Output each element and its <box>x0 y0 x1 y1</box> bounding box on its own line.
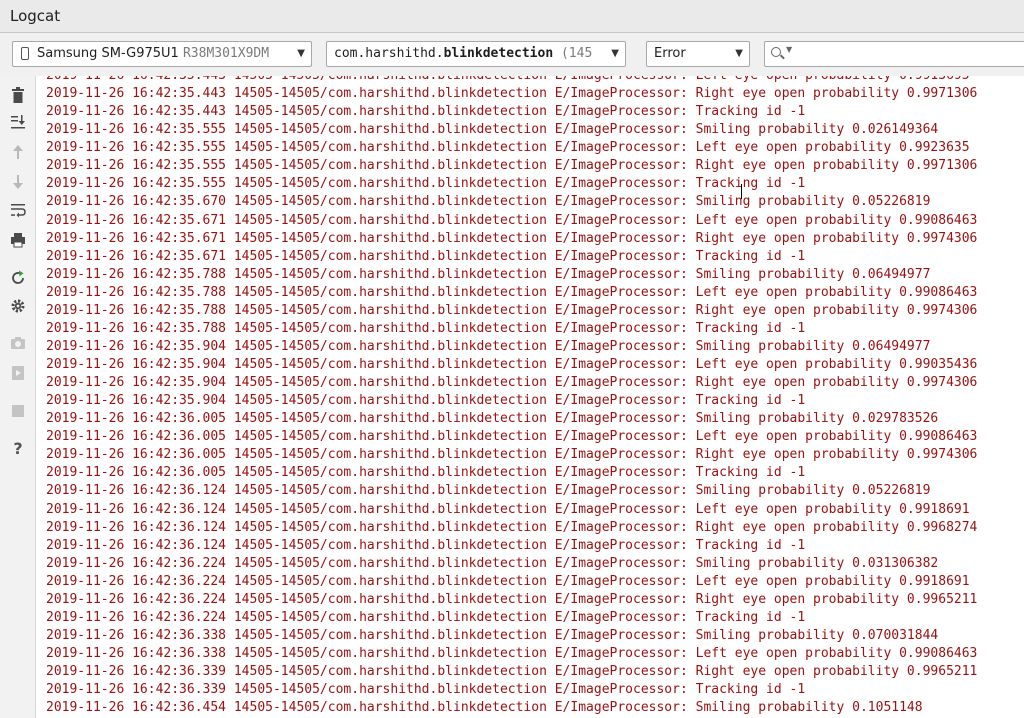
process-pid: (145 <box>560 46 593 61</box>
log-output-panel[interactable]: 2019-11-26 16:42:35.443 14505-14505/com.… <box>36 76 1024 718</box>
help-icon[interactable]: ? <box>8 438 28 458</box>
log-line: 2019-11-26 16:42:35.670 14505-14505/com.… <box>46 194 931 210</box>
logcat-title-bar: Logcat <box>0 0 1024 33</box>
up-arrow-icon[interactable] <box>8 142 28 162</box>
process-label: com.harshithd.blinkdetection (145 <box>334 42 604 66</box>
log-line: 2019-11-26 16:42:35.555 14505-14505/com.… <box>46 176 806 192</box>
log-line: 2019-11-26 16:42:35.443 14505-14505/com.… <box>46 104 806 120</box>
log-level-label: Error <box>654 46 686 61</box>
log-line: 2019-11-26 16:42:35.788 14505-14505/com.… <box>46 320 806 336</box>
process-selector[interactable]: com.harshithd.blinkdetection (145 ▼ <box>326 41 626 67</box>
search-icon <box>771 47 781 57</box>
log-line: 2019-11-26 16:42:36.124 14505-14505/com.… <box>46 537 806 553</box>
soft-wrap-icon[interactable] <box>8 200 28 220</box>
search-options-icon[interactable]: ▼ <box>786 45 792 54</box>
log-line: 2019-11-26 16:42:35.904 14505-14505/com.… <box>46 357 978 372</box>
chevron-down-icon: ▼ <box>611 48 619 59</box>
trash-icon[interactable] <box>8 85 28 105</box>
log-line: 2019-11-26 16:42:35.904 14505-14505/com.… <box>46 338 931 354</box>
chevron-down-icon: ▼ <box>735 48 743 59</box>
log-line: 2019-11-26 16:42:36.124 14505-14505/com.… <box>46 501 970 517</box>
log-line: 2019-11-26 16:42:35.555 14505-14505/com.… <box>46 122 939 138</box>
stop-icon[interactable] <box>8 401 28 421</box>
log-line: 2019-11-26 16:42:35.904 14505-14505/com.… <box>46 393 806 409</box>
screen-record-icon[interactable] <box>8 363 28 383</box>
log-line: 2019-11-26 16:42:35.443 14505-14505/com.… <box>46 86 978 102</box>
chevron-down-icon: ▼ <box>297 48 305 59</box>
log-line: 2019-11-26 16:42:35.671 14505-14505/com.… <box>46 212 978 228</box>
log-line: 2019-11-26 16:42:36.005 14505-14505/com.… <box>46 465 806 481</box>
logcat-toolbar: Samsung SM-G975U1 R38M301X9DM ▼ com.hars… <box>0 33 1024 76</box>
device-label: Samsung SM-G975U1 R38M301X9DM <box>37 42 269 66</box>
device-serial: R38M301X9DM <box>182 46 270 61</box>
log-line: 2019-11-26 16:42:35.443 14505-14505/com.… <box>46 76 977 85</box>
log-line: 2019-11-26 16:42:36.005 14505-14505/com.… <box>46 429 978 445</box>
log-line: 2019-11-26 16:42:35.904 14505-14505/com.… <box>46 375 978 391</box>
log-line: 2019-11-26 16:42:36.338 14505-14505/com.… <box>46 646 978 661</box>
log-level-selector[interactable]: Error ▼ <box>646 41 750 67</box>
log-line: 2019-11-26 16:42:36.454 14505-14505/com.… <box>46 700 923 716</box>
log-line: 2019-11-26 16:42:36.005 14505-14505/com.… <box>46 411 939 427</box>
window-title: Logcat <box>10 7 61 25</box>
log-line: 2019-11-26 16:42:36.339 14505-14505/com.… <box>46 664 978 680</box>
process-prefix: com.harshithd. <box>334 46 444 61</box>
log-line: 2019-11-26 16:42:36.338 14505-14505/com.… <box>46 627 939 643</box>
search-input[interactable]: ▼ <box>764 41 1024 67</box>
scroll-to-end-icon[interactable] <box>8 112 28 132</box>
logcat-side-toolbar: ? <box>0 76 36 718</box>
device-selector[interactable]: Samsung SM-G975U1 R38M301X9DM ▼ <box>12 41 312 67</box>
restart-icon[interactable] <box>8 268 28 288</box>
down-arrow-icon[interactable] <box>8 172 28 192</box>
log-lines: 2019-11-26 16:42:35.443 14505-14505/com.… <box>46 76 977 717</box>
print-icon[interactable] <box>8 230 28 250</box>
log-line: 2019-11-26 16:42:36.224 14505-14505/com.… <box>46 591 978 607</box>
log-line: 2019-11-26 16:42:36.005 14505-14505/com.… <box>46 447 978 463</box>
settings-icon[interactable] <box>8 296 28 316</box>
process-name: blinkdetection <box>443 46 554 61</box>
log-line: 2019-11-26 16:42:36.124 14505-14505/com.… <box>46 519 978 535</box>
log-line: 2019-11-26 16:42:36.339 14505-14505/com.… <box>46 682 806 698</box>
log-line: 2019-11-26 16:42:36.124 14505-14505/com.… <box>46 483 931 499</box>
screenshot-icon[interactable] <box>8 333 28 353</box>
log-line: 2019-11-26 16:42:35.788 14505-14505/com.… <box>46 266 931 282</box>
text-cursor <box>741 184 742 199</box>
log-line: 2019-11-26 16:42:36.224 14505-14505/com.… <box>46 573 970 589</box>
log-line: 2019-11-26 16:42:36.224 14505-14505/com.… <box>46 609 806 625</box>
device-name: Samsung SM-G975U1 <box>37 46 179 61</box>
log-line: 2019-11-26 16:42:36.224 14505-14505/com.… <box>46 555 939 571</box>
log-line: 2019-11-26 16:42:35.671 14505-14505/com.… <box>46 248 806 264</box>
log-line: 2019-11-26 16:42:35.555 14505-14505/com.… <box>46 158 978 174</box>
log-line: 2019-11-26 16:42:35.671 14505-14505/com.… <box>46 230 978 246</box>
log-line: 2019-11-26 16:42:35.788 14505-14505/com.… <box>46 284 978 300</box>
log-line: 2019-11-26 16:42:35.788 14505-14505/com.… <box>46 302 978 318</box>
log-line: 2019-11-26 16:42:35.555 14505-14505/com.… <box>46 140 970 156</box>
phone-icon <box>21 47 29 60</box>
